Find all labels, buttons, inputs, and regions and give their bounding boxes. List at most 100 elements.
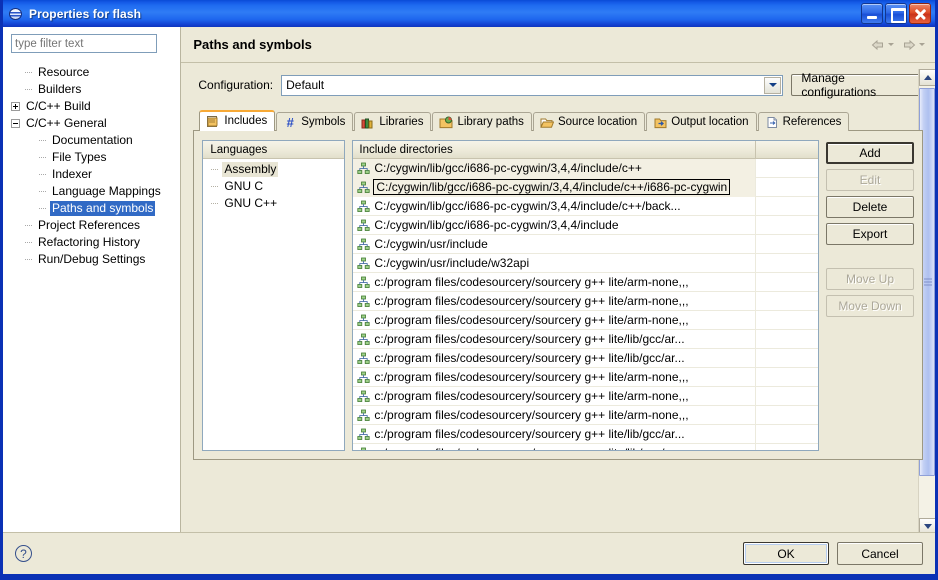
edit-button: Edit bbox=[826, 169, 914, 191]
include-directories-column-header: Include directories bbox=[353, 141, 756, 158]
include-directory-path: c:/program files/codesourcery/sourcery g… bbox=[374, 294, 689, 308]
include-directory-path: c:/program files/codesourcery/sourcery g… bbox=[374, 351, 685, 365]
include-directory-row[interactable]: c:/program files/codesourcery/sourcery g… bbox=[353, 329, 818, 349]
eclipse-globe-icon bbox=[8, 6, 24, 22]
tab-source-location[interactable]: Source location bbox=[532, 112, 646, 131]
sidebar-item-language-mappings[interactable]: Language Mappings bbox=[11, 183, 174, 200]
include-directory-flag-cell bbox=[756, 330, 818, 349]
sidebar-item-indexer[interactable]: Indexer bbox=[11, 166, 174, 183]
language-item-assembly[interactable]: Assembly bbox=[203, 161, 344, 178]
include-directory-row[interactable]: c:/program files/codesourcery/sourcery g… bbox=[353, 424, 818, 444]
library-paths-folder-icon bbox=[439, 116, 453, 129]
tab-label: Source location bbox=[557, 116, 638, 128]
back-group[interactable] bbox=[870, 38, 894, 52]
include-directory-path: C:/cygwin/usr/include/w32api bbox=[374, 256, 530, 270]
sidebar-item-builders[interactable]: Builders bbox=[11, 81, 174, 98]
tab-symbols[interactable]: # Symbols bbox=[276, 112, 354, 131]
tree-connector bbox=[37, 132, 50, 149]
forward-arrow-icon[interactable] bbox=[901, 38, 917, 52]
sidebar-item-label: C/C++ General bbox=[26, 116, 107, 130]
include-path-icon bbox=[357, 314, 370, 327]
page-header: Paths and symbols bbox=[181, 27, 935, 63]
include-path-icon bbox=[357, 200, 370, 213]
tab-output-location[interactable]: Output location bbox=[646, 112, 757, 131]
include-directory-row[interactable]: c:/program files/codesourcery/sourcery g… bbox=[353, 367, 818, 387]
maximize-button[interactable] bbox=[885, 3, 907, 24]
cancel-button[interactable]: Cancel bbox=[837, 542, 923, 565]
include-directory-row[interactable]: C:/cygwin/lib/gcc/i686-pc-cygwin/3,4,4/i… bbox=[353, 158, 818, 178]
forward-group[interactable] bbox=[901, 38, 925, 52]
include-directory-row[interactable]: C:/cygwin/lib/gcc/i686-pc-cygwin/3,4,4/i… bbox=[353, 215, 818, 235]
tab-references[interactable]: References bbox=[757, 112, 850, 131]
export-button[interactable]: Export bbox=[826, 223, 914, 245]
scroll-down-button[interactable] bbox=[919, 518, 935, 532]
tab-includes[interactable]: Includes bbox=[199, 110, 276, 131]
include-directory-flag-cell bbox=[756, 216, 818, 235]
delete-button[interactable]: Delete bbox=[826, 196, 914, 218]
language-item-gnu-c-[interactable]: GNU C++ bbox=[203, 195, 344, 212]
include-directory-row[interactable]: c:/program files/codesourcery/sourcery g… bbox=[353, 272, 818, 292]
dialog-footer: ? OK Cancel bbox=[3, 532, 935, 574]
include-directory-row[interactable]: c:/program files/codesourcery/sourcery g… bbox=[353, 386, 818, 406]
include-directory-row[interactable]: C:/cygwin/lib/gcc/i686-pc-cygwin/3,4,4/i… bbox=[353, 196, 818, 216]
sidebar-item-label: C/C++ Build bbox=[26, 99, 91, 113]
include-directory-path: c:/program files/codesourcery/sourcery g… bbox=[374, 389, 689, 403]
minimize-button[interactable] bbox=[861, 3, 883, 24]
tab-library-paths[interactable]: Library paths bbox=[432, 112, 532, 131]
include-path-icon bbox=[357, 238, 370, 251]
sidebar-item-file-types[interactable]: File Types bbox=[11, 149, 174, 166]
chevron-down-icon[interactable] bbox=[764, 76, 782, 94]
sidebar-item-c-c-general[interactable]: C/C++ General bbox=[11, 115, 174, 132]
hash-icon: # bbox=[286, 114, 294, 130]
forward-dropdown-caret[interactable] bbox=[919, 43, 925, 46]
add-button[interactable]: Add bbox=[826, 142, 914, 164]
include-directory-flag-cell bbox=[756, 425, 818, 444]
language-item-gnu-c[interactable]: GNU C bbox=[203, 178, 344, 195]
include-path-icon bbox=[357, 219, 370, 232]
include-directories-list[interactable]: C:/cygwin/lib/gcc/i686-pc-cygwin/3,4,4/i… bbox=[353, 158, 818, 450]
expand-icon[interactable] bbox=[11, 102, 20, 111]
include-directory-row[interactable]: c:/program files/codesourcery/sourcery g… bbox=[353, 405, 818, 425]
ok-button[interactable]: OK bbox=[743, 542, 829, 565]
sidebar-item-paths-and-symbols[interactable]: Paths and symbols bbox=[11, 200, 174, 217]
sidebar-item-refactoring-history[interactable]: Refactoring History bbox=[11, 234, 174, 251]
page-pane: Paths and symbols Configuration: Default… bbox=[181, 27, 935, 532]
back-dropdown-caret[interactable] bbox=[888, 43, 894, 46]
collapse-icon[interactable] bbox=[11, 119, 20, 128]
sidebar-item-label: Indexer bbox=[52, 167, 93, 181]
tree-connector bbox=[23, 217, 36, 234]
close-button[interactable] bbox=[909, 3, 931, 24]
include-directory-row[interactable]: c:/program files/codesourcery/sourcery g… bbox=[353, 291, 818, 311]
configuration-row: Configuration: Default Manage configurat… bbox=[193, 71, 923, 99]
include-directory-cell: c:/program files/codesourcery/sourcery g… bbox=[353, 272, 756, 292]
sidebar-item-c-c-build[interactable]: C/C++ Build bbox=[11, 98, 174, 115]
include-directory-row[interactable]: c:/program files/codesourcery/sourcery g… bbox=[353, 443, 818, 450]
include-directory-cell: c:/program files/codesourcery/sourcery g… bbox=[353, 291, 756, 311]
sidebar-item-project-references[interactable]: Project References bbox=[11, 217, 174, 234]
include-directory-flag-cell bbox=[756, 292, 818, 311]
help-question-icon[interactable]: ? bbox=[15, 545, 32, 562]
scroll-up-button[interactable] bbox=[919, 69, 935, 86]
include-path-icon bbox=[357, 276, 370, 289]
include-directory-path: c:/program files/codesourcery/sourcery g… bbox=[374, 275, 689, 289]
configuration-label: Configuration: bbox=[198, 78, 274, 92]
tab-label: Symbols bbox=[301, 116, 346, 128]
languages-list[interactable]: Assembly GNU C GNU C++ bbox=[203, 159, 344, 212]
include-directory-row[interactable]: C:/cygwin/usr/include/w32api bbox=[353, 253, 818, 273]
back-arrow-icon[interactable] bbox=[870, 38, 886, 52]
tab-libraries[interactable]: Libraries bbox=[354, 112, 432, 131]
include-directory-row[interactable]: C:/cygwin/lib/gcc/i686-pc-cygwin/3,4,4/i… bbox=[353, 177, 818, 197]
sidebar-item-documentation[interactable]: Documentation bbox=[11, 132, 174, 149]
include-directory-flag-cell bbox=[756, 197, 818, 216]
settings-navigation-pane: Resource Builders C/C++ Build C/C++ General… bbox=[3, 27, 182, 532]
title-bar[interactable]: Properties for flash bbox=[3, 0, 935, 27]
include-directory-row[interactable]: c:/program files/codesourcery/sourcery g… bbox=[353, 348, 818, 368]
include-directory-row[interactable]: c:/program files/codesourcery/sourcery g… bbox=[353, 310, 818, 330]
sidebar-item-run-debug-settings[interactable]: Run/Debug Settings bbox=[11, 251, 174, 268]
tab-label: References bbox=[782, 116, 842, 128]
filter-input[interactable] bbox=[11, 34, 157, 53]
configuration-combo[interactable]: Default bbox=[281, 74, 784, 96]
include-directory-row[interactable]: C:/cygwin/usr/include bbox=[353, 234, 818, 254]
sidebar-item-resource[interactable]: Resource bbox=[11, 64, 174, 81]
manage-configurations-button[interactable]: Manage configurations bbox=[791, 71, 923, 99]
